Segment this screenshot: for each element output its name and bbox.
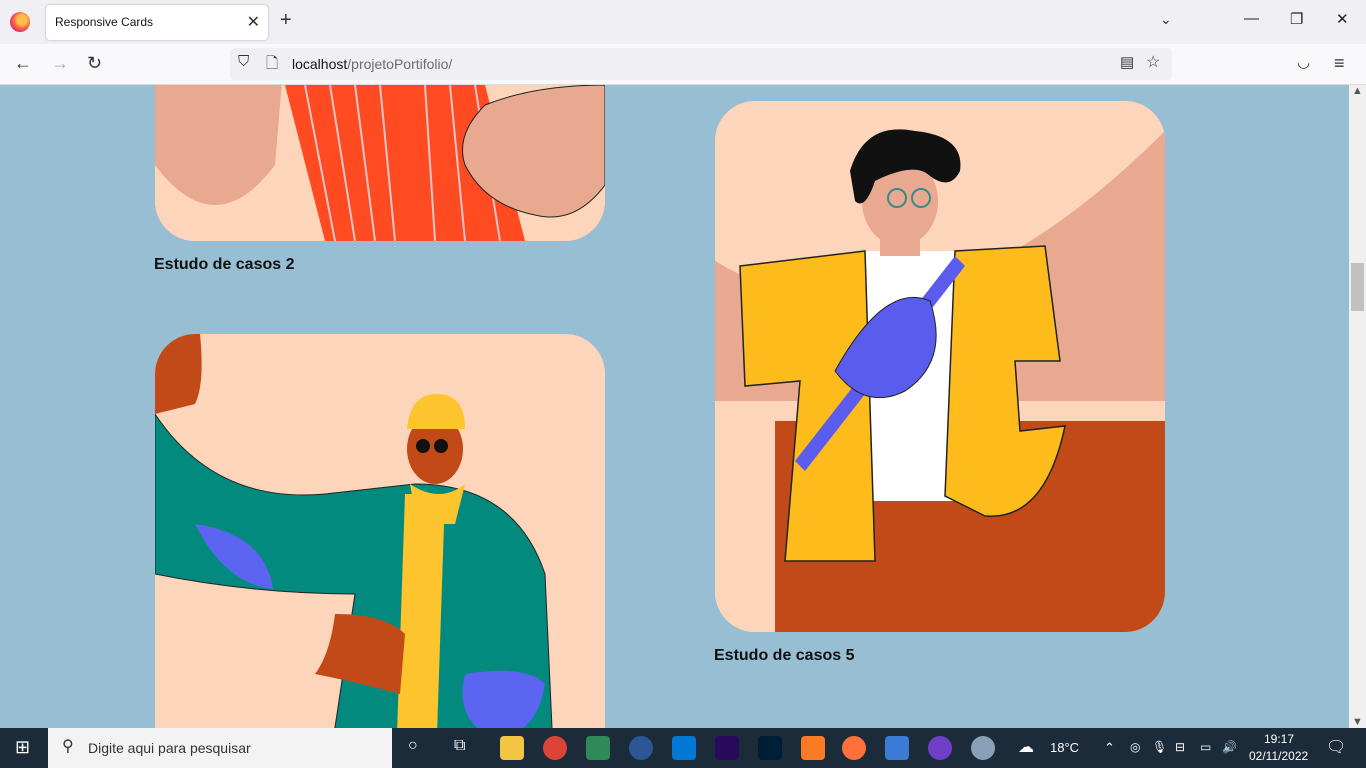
vscode-icon[interactable] [672,736,696,760]
url-path: /projetoPortifolio/ [347,56,453,72]
back-icon[interactable]: ← [14,53,32,74]
weather-cloud-icon[interactable]: ☁ [1018,737,1034,757]
url-text[interactable]: localhost/projetoPortifolio/ [292,56,452,72]
scrollbar-thumb[interactable] [1351,263,1364,311]
url-bar[interactable]: ⛉ 🗋 localhost/projetoPortifolio/ ▤ ☆ [230,48,1172,80]
tab-responsive-cards[interactable]: Responsive Cards ✕ [46,5,268,40]
word-icon[interactable] [629,736,653,760]
browser-tab-bar: Responsive Cards ✕ + ⌄ — ❐ ✕ [0,0,1366,44]
scroll-up-icon[interactable]: ▲ [1352,85,1363,97]
pocket-icon[interactable]: ◡ [1297,53,1310,71]
microphone-icon[interactable]: 🎙 [1152,740,1167,754]
card-image-2[interactable] [155,85,605,241]
display-icon[interactable]: ▭ [1200,740,1211,754]
shield-icon[interactable]: ⛉ [238,53,249,70]
photoshop-icon[interactable] [758,736,782,760]
search-icon: ⚲ [62,738,74,755]
photos-icon[interactable] [885,736,909,760]
app-icon[interactable] [586,736,610,760]
url-host: localhost [292,56,348,72]
vertical-scrollbar[interactable]: ▲ ▼ [1349,85,1366,728]
firefox-icon[interactable] [10,12,30,32]
minimize-icon[interactable]: — [1244,10,1259,27]
tray-chevron-icon[interactable]: ⌃ [1104,740,1115,756]
chrome-icon[interactable] [543,736,567,760]
taskbar-search[interactable]: ⚲ Digite aqui para pesquisar [48,728,392,768]
window-close-icon[interactable]: ✕ [1336,10,1349,28]
clock-time[interactable]: 19:17 [1264,732,1294,746]
windows-start-icon[interactable]: ⊞ [15,737,30,758]
reload-icon[interactable]: ↻ [87,53,102,74]
new-tab-icon[interactable]: + [280,9,292,32]
premiere-icon[interactable] [715,736,739,760]
page-icon: 🗋 [266,55,279,72]
paint-icon[interactable] [971,736,995,760]
card-caption: Estudo de casos 5 [714,647,855,664]
bookmark-star-icon[interactable]: ☆ [1146,52,1160,72]
card-image-3[interactable] [155,334,605,728]
forward-icon[interactable]: → [51,53,69,74]
cortana-icon[interactable]: ○ [408,737,418,755]
meet-icon[interactable]: ◎ [1130,740,1140,754]
volume-icon[interactable]: 🔊 [1222,740,1237,754]
xampp-icon[interactable] [801,736,825,760]
navigation-bar: ← → ↻ ⛉ 🗋 localhost/projetoPortifolio/ ▤… [0,44,1366,85]
page-content: Estudo de casos 2 Estudo de casos 5 [0,85,1349,728]
card-image-5[interactable] [715,101,1165,632]
card-caption: Estudo de casos 2 [154,256,295,273]
scroll-down-icon[interactable]: ▼ [1352,716,1363,728]
network-icon[interactable]: ⊟ [1175,740,1185,754]
notifications-icon[interactable]: 🗨 [1326,737,1346,757]
github-icon[interactable] [928,736,952,760]
weather-temp[interactable]: 18°C [1050,740,1079,755]
search-placeholder: Digite aqui para pesquisar [88,740,251,756]
close-tab-icon[interactable]: ✕ [247,12,260,32]
list-tabs-chevron-icon[interactable]: ⌄ [1160,11,1172,28]
case-study-3-illustration [155,334,605,728]
clock-date[interactable]: 02/11/2022 [1249,749,1308,763]
case-study-5-illustration [715,101,1165,632]
restore-icon[interactable]: ❐ [1290,10,1303,28]
case-study-2-illustration [155,85,605,241]
firefox-taskbar-icon[interactable] [842,736,866,760]
windows-taskbar: ⊞ ⚲ Digite aqui para pesquisar ○ ⧉ ☁ 18°… [0,728,1366,768]
tab-title: Responsive Cards [55,15,154,29]
file-explorer-icon[interactable] [500,736,524,760]
reader-view-icon[interactable]: ▤ [1120,53,1134,71]
menu-icon[interactable]: ≡ [1334,53,1345,74]
task-view-icon[interactable]: ⧉ [454,737,465,755]
